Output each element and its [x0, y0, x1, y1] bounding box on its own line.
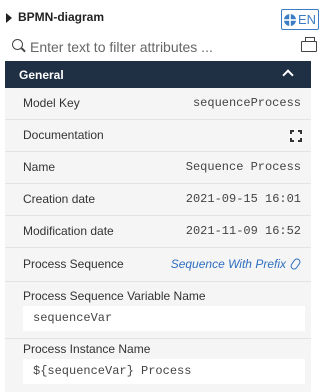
process-sequence-link[interactable]: Sequence With Prefix [171, 249, 302, 279]
property-label: Name [23, 160, 56, 174]
property-row-creation-date[interactable]: Creation date 2021-09-15 16:01 [5, 184, 311, 214]
sequence-variable-input[interactable]: sequenceVar [23, 306, 305, 331]
property-label: Creation date [23, 192, 96, 206]
divider [5, 247, 311, 248]
link-icon[interactable] [289, 257, 302, 271]
filter-input[interactable] [30, 37, 292, 57]
property-value: Sequence Process [185, 160, 301, 174]
property-label: Process Sequence [23, 257, 124, 271]
globe-icon [283, 13, 296, 26]
property-row-sequence-variable-name[interactable]: Process Sequence Variable Name sequenceV… [5, 282, 311, 336]
chevron-up-icon[interactable] [282, 69, 294, 81]
diagram-title: BPMN-diagram [18, 10, 105, 24]
property-row-process-sequence[interactable]: Process Sequence Sequence With Prefix [5, 249, 311, 279]
process-instance-name-input[interactable]: ${sequenceVar} Process [23, 359, 305, 384]
section-general-header[interactable]: General [5, 61, 311, 88]
property-label: Process Sequence Variable Name [23, 289, 206, 303]
property-label: Model Key [23, 96, 80, 110]
clear-filter-icon[interactable] [301, 37, 317, 52]
filter-bar [0, 36, 321, 58]
property-label: Process Instance Name [23, 342, 151, 356]
expand-icon[interactable] [290, 130, 302, 142]
property-label: Modification date [23, 224, 114, 238]
property-row-name[interactable]: Name Sequence Process [5, 152, 311, 182]
properties-panel: General Model Key sequenceProcess Docume… [5, 61, 311, 392]
property-row-modification-date[interactable]: Modification date 2021-11-09 16:52 [5, 216, 311, 246]
language-button[interactable]: EN [281, 9, 319, 30]
language-label: EN [297, 12, 317, 27]
property-row-documentation[interactable]: Documentation [5, 120, 311, 150]
search-icon [12, 39, 23, 50]
link-text[interactable]: Sequence With Prefix [171, 249, 286, 279]
collapse-caret-icon[interactable] [6, 13, 12, 23]
property-value: 2021-11-09 16:52 [185, 224, 301, 238]
property-row-process-instance-name[interactable]: Process Instance Name ${sequenceVar} Pro… [5, 339, 311, 392]
property-value: sequenceProcess [192, 96, 301, 110]
property-value: 2021-09-15 16:01 [185, 192, 301, 206]
property-row-model-key[interactable]: Model Key sequenceProcess [5, 88, 311, 118]
panel-header: BPMN-diagram EN [0, 0, 321, 34]
property-label: Documentation [23, 128, 104, 142]
section-title: General [19, 68, 64, 82]
